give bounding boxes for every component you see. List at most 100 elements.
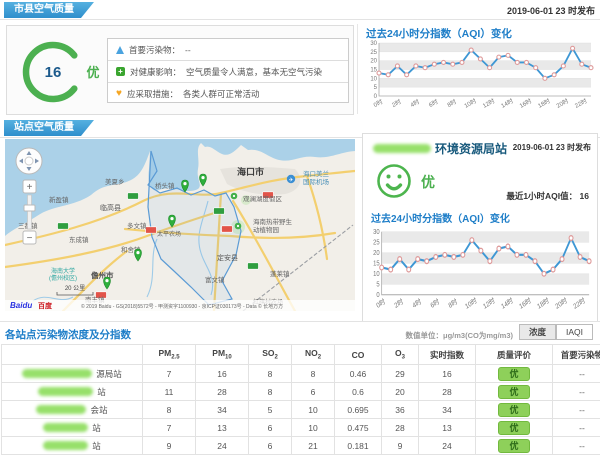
station-chart-title: 过去24小时分指数（AQI）变化	[371, 210, 510, 225]
svg-text:6时: 6时	[429, 296, 441, 310]
chart-point	[488, 66, 492, 70]
grade-badge[interactable]: 优	[498, 403, 530, 417]
svg-text:12时: 12时	[481, 97, 496, 110]
svg-text:22时: 22时	[573, 97, 588, 110]
chart-point	[414, 64, 418, 68]
station-name-cell: 会站	[2, 401, 143, 419]
map-place-label: 新盈镇	[49, 195, 69, 204]
map-place-label: 蓬莱镇	[270, 269, 290, 278]
info-label: 对健康影响：	[130, 66, 181, 78]
baidu-map[interactable]: 海口市海口美兰国际机场观澜湖度假区海南热带野生动植物园定安县蓬莱镇富文镇红旗村农…	[5, 139, 355, 311]
primary-pollutant-cell: --	[553, 401, 600, 419]
station-detail-panel: 环境资源局站 2019-06-01 23 时发布 优 最近1小时AQI值： 16…	[362, 133, 598, 322]
pollutant-value-cell: 11	[143, 383, 196, 401]
pollutant-value-cell: 7	[143, 419, 196, 437]
pollutant-value-cell: 16	[419, 365, 476, 383]
baidu-logo-cn: 百度	[38, 301, 53, 310]
info-row: 首要污染物：--	[108, 39, 348, 61]
toggle-concentration-button[interactable]: 浓度	[519, 324, 556, 340]
pollutant-value-cell: 8	[249, 383, 292, 401]
map-scale-label: 20 公里	[65, 285, 85, 292]
chart-point	[533, 259, 537, 264]
station-name-cell: 站	[2, 383, 143, 401]
svg-text:10时: 10时	[463, 97, 478, 110]
airport-plane-glyph: ✈	[289, 177, 294, 184]
pollutant-value-cell: 13	[196, 419, 249, 437]
map-attribution: © 2019 Baidu - GS(2018)5572号 - 甲测资字11009…	[81, 303, 283, 310]
pollutant-value-cell: 34	[196, 401, 249, 419]
chart-point	[460, 60, 464, 64]
grade-badge[interactable]: 优	[498, 421, 530, 435]
pollutant-flask-icon	[116, 46, 124, 54]
station-name-redacted	[36, 405, 86, 414]
chart-point	[416, 257, 420, 262]
chart-point	[569, 236, 573, 241]
grade-badge[interactable]: 优	[498, 367, 530, 381]
map-place-label: 海口美兰	[303, 169, 330, 178]
measure-heart-icon: ♥	[116, 89, 122, 99]
station-name-suffix: 会站	[90, 404, 107, 416]
column-header: SO2	[249, 345, 292, 365]
map-place-label: 临高县	[100, 203, 121, 212]
map-place-label: 儋州市	[91, 270, 114, 280]
svg-text:14时: 14时	[500, 97, 515, 110]
chart-point	[506, 53, 510, 57]
chart-point	[589, 66, 593, 70]
city-aqi-card: 16 优 首要污染物：--+对健康影响：空气质量令人满意，基本无空气污染♥应采取…	[6, 25, 354, 115]
divider	[0, 19, 600, 20]
recent-aqi: 最近1小时AQI值： 16	[506, 190, 589, 202]
chart-point	[442, 60, 446, 64]
pollutant-value-cell: 28	[382, 419, 419, 437]
map-zoom-handle[interactable]	[24, 205, 35, 211]
svg-text:6时: 6时	[427, 98, 439, 109]
pollutant-value-cell: 8	[143, 401, 196, 419]
pollutant-value-cell: 10	[292, 401, 335, 419]
chart-point	[534, 66, 538, 70]
grade-badge[interactable]: 优	[498, 439, 530, 453]
info-value: 各类人群可正常活动	[183, 88, 260, 100]
pollutant-value-cell: 0.181	[335, 437, 382, 455]
chart-point	[425, 259, 429, 264]
chart-point	[395, 64, 399, 68]
chart-point	[497, 246, 501, 251]
table-row: 站7136100.4752813优--	[2, 419, 600, 437]
station-name-redacted	[43, 423, 88, 432]
station-name-redacted	[43, 441, 88, 450]
column-header	[2, 345, 143, 365]
pollutant-value-cell: 24	[419, 437, 476, 455]
pollutant-table: PM2.5PM10SO2NO2COO3实时指数质量评价首要污染物源局站71688…	[1, 344, 600, 455]
map-place-label: 动植物园	[253, 225, 279, 234]
svg-text:15: 15	[373, 260, 380, 268]
station-name-cell: 源局站	[2, 365, 143, 383]
map-zoom-track[interactable]	[28, 195, 32, 229]
pollutant-value-cell: 21	[292, 437, 335, 455]
chart-point	[578, 255, 582, 260]
chart-point	[560, 257, 564, 262]
pollutant-value-cell: 34	[419, 401, 476, 419]
svg-text:25: 25	[373, 239, 380, 247]
smiley-face-icon	[375, 162, 413, 200]
svg-text:2时: 2时	[393, 296, 405, 310]
svg-text:16时: 16时	[518, 97, 533, 110]
pollutant-value-cell: 8	[292, 365, 335, 383]
info-row: +对健康影响：空气质量令人满意，基本无空气污染	[108, 61, 348, 83]
pollutant-value-cell: 6	[249, 419, 292, 437]
poi-dot	[233, 195, 235, 197]
unit-note: 数值单位：μg/m3(CO为mg/m3)	[350, 330, 513, 341]
map-compass-control[interactable]	[16, 148, 42, 174]
svg-text:4时: 4时	[409, 98, 421, 109]
aqi-info-box: 首要污染物：--+对健康影响：空气质量令人满意，基本无空气污染♥应采取措施：各类…	[107, 38, 349, 103]
chart-point	[405, 73, 409, 77]
svg-text:30: 30	[373, 229, 380, 237]
grade-badge[interactable]: 优	[498, 385, 530, 399]
toggle-iaqi-button[interactable]: IAQI	[556, 324, 593, 340]
table-row: 会站8345100.6953634优--	[2, 401, 600, 419]
tab-city-air-quality[interactable]: 市县空气质量	[4, 2, 94, 18]
chart-point	[515, 60, 519, 64]
chart-point	[443, 252, 447, 257]
publish-date-city: 2019-06-01 23 时发布	[440, 4, 595, 17]
map-place-label: 观澜湖度假区	[243, 194, 283, 203]
divider	[0, 321, 600, 322]
quality-evaluation-cell: 优	[476, 383, 553, 401]
tab-station-air-quality[interactable]: 站点空气质量	[4, 120, 94, 136]
